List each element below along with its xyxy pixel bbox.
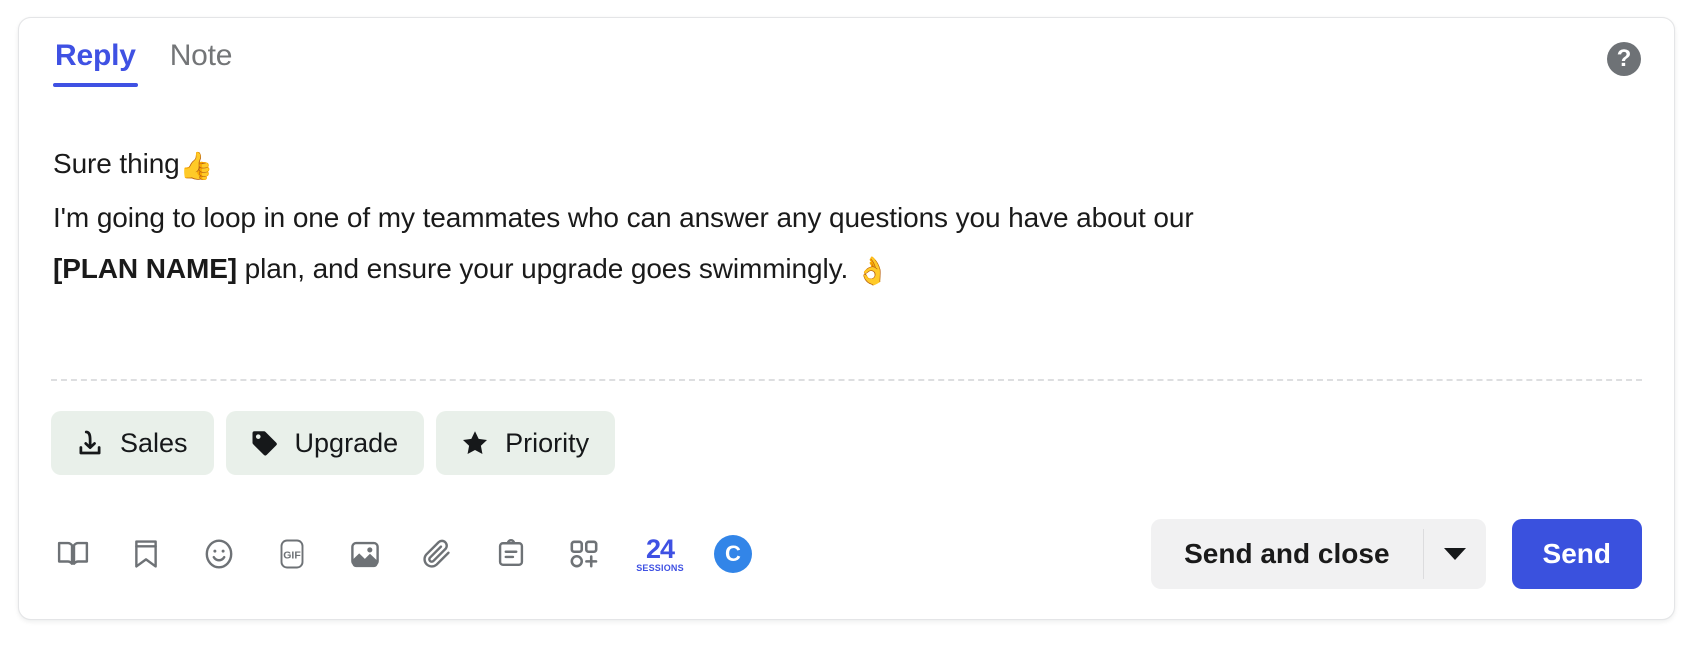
plan-name-token: [PLAN NAME] bbox=[53, 253, 237, 284]
tag-chip-sales-label: Sales bbox=[120, 427, 188, 458]
composer-tab-bar: Reply Note bbox=[53, 37, 234, 87]
send-actions-group: Send and close Send bbox=[1151, 519, 1642, 589]
reply-message-body[interactable]: Sure thing👍 I'm going to loop in one of … bbox=[53, 138, 1640, 297]
app-24sessions-word: SESSIONS bbox=[636, 562, 684, 573]
send-button[interactable]: Send bbox=[1511, 519, 1642, 589]
tab-note-label: Note bbox=[169, 39, 233, 72]
send-button-label: Send bbox=[1542, 538, 1611, 569]
help-icon-glyph: ? bbox=[1616, 45, 1632, 72]
send-and-close-button[interactable]: Send and close bbox=[1151, 519, 1422, 589]
send-options-dropdown-button[interactable] bbox=[1424, 519, 1486, 589]
ok-hand-emoji-icon: 👌 bbox=[855, 256, 890, 286]
message-line-1: Sure thing👍 bbox=[53, 138, 1640, 192]
chevron-down-icon bbox=[1443, 548, 1466, 560]
tag-chip-upgrade-label: Upgrade bbox=[294, 427, 399, 458]
screenshot-root: Reply Note ? Sure thing👍 I'm going to lo… bbox=[0, 0, 1700, 649]
thumbs-up-emoji-icon: 👍 bbox=[179, 151, 214, 181]
tag-icon bbox=[250, 428, 280, 458]
send-and-close-split-button: Send and close bbox=[1151, 519, 1486, 589]
tag-chip-row: Sales Upgrade Priority bbox=[51, 411, 616, 475]
message-line-1-text: Sure thing bbox=[53, 148, 180, 179]
message-composer-card: Reply Note ? Sure thing👍 I'm going to lo… bbox=[18, 17, 1675, 620]
apps-grid-plus-icon[interactable] bbox=[562, 532, 606, 576]
help-question-icon[interactable]: ? bbox=[1607, 42, 1641, 76]
app-circle-c-icon[interactable]: C bbox=[714, 535, 752, 573]
star-icon bbox=[460, 428, 490, 458]
message-line-3-rest: plan, and ensure your upgrade goes swimm… bbox=[237, 253, 856, 284]
save-download-icon bbox=[75, 428, 105, 458]
tag-chip-priority[interactable]: Priority bbox=[436, 411, 616, 475]
composer-action-bar: GIF 24 SESSIONS C Send and close Send bbox=[51, 516, 1642, 592]
app-24sessions-icon[interactable]: 24 SESSIONS bbox=[635, 531, 685, 577]
tab-note[interactable]: Note bbox=[168, 37, 235, 87]
message-line-3: [PLAN NAME] plan, and ensure your upgrad… bbox=[53, 243, 1640, 297]
tag-chip-upgrade[interactable]: Upgrade bbox=[225, 411, 425, 475]
composer-tool-icons: GIF 24 SESSIONS C bbox=[51, 531, 752, 577]
app-24sessions-number: 24 bbox=[645, 533, 675, 564]
tab-reply-label: Reply bbox=[55, 39, 136, 72]
composer-divider bbox=[51, 379, 1642, 381]
article-icon[interactable] bbox=[489, 532, 533, 576]
message-line-2: I'm going to loop in one of my teammates… bbox=[53, 202, 1194, 233]
tag-chip-sales[interactable]: Sales bbox=[51, 411, 214, 475]
paperclip-icon[interactable] bbox=[416, 532, 460, 576]
svg-text:GIF: GIF bbox=[283, 550, 301, 562]
bookmark-icon[interactable] bbox=[124, 532, 168, 576]
app-circle-c-letter: C bbox=[725, 541, 741, 566]
gif-icon[interactable]: GIF bbox=[270, 532, 314, 576]
image-icon[interactable] bbox=[343, 532, 387, 576]
tab-reply[interactable]: Reply bbox=[53, 37, 138, 87]
emoji-icon[interactable] bbox=[197, 532, 241, 576]
send-and-close-label: Send and close bbox=[1184, 538, 1390, 569]
book-icon[interactable] bbox=[51, 532, 95, 576]
tag-chip-priority-label: Priority bbox=[505, 427, 590, 458]
